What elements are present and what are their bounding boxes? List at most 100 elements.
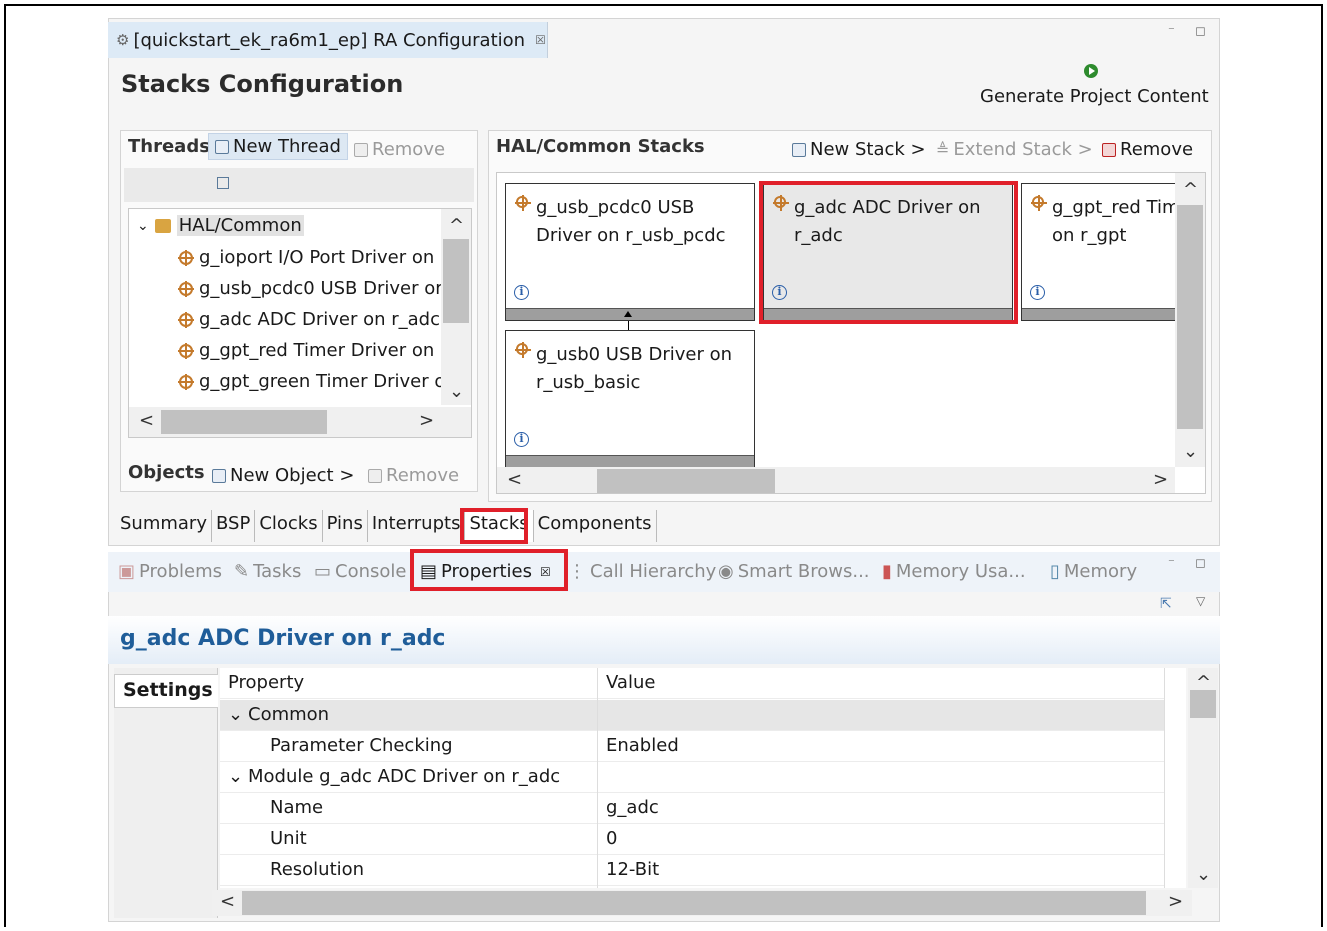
- tab-clocks[interactable]: Clocks: [255, 510, 323, 542]
- column-divider[interactable]: [1164, 668, 1165, 888]
- tab-label: Smart Brows...: [737, 561, 870, 582]
- gear-icon: ⚙: [116, 31, 130, 49]
- properties-horizontal-scrollbar[interactable]: < >: [212, 890, 1192, 916]
- window-buttons[interactable]: ⁻ ◻: [1168, 24, 1214, 39]
- tab-tasks[interactable]: ✎ Tasks: [234, 561, 301, 582]
- expand-icon[interactable]: ⌄: [228, 766, 243, 787]
- scroll-thumb[interactable]: [242, 891, 1146, 915]
- hierarchy-icon: ⋮: [568, 561, 586, 582]
- tree-item-g-ioport[interactable]: g_ioport I/O Port Driver on: [178, 247, 434, 268]
- view-window-buttons[interactable]: ⁻ ◻: [1168, 556, 1214, 571]
- scroll-thumb[interactable]: [443, 239, 469, 323]
- tab-smart-browser[interactable]: ◉ Smart Brows...: [718, 561, 870, 582]
- remove-object-button[interactable]: Remove: [368, 465, 459, 486]
- editor-tab[interactable]: ⚙ [quickstart_ek_ra6m1_ep] RA Configurat…: [108, 22, 548, 58]
- extend-stack-button[interactable]: ≜ Extend Stack >: [936, 139, 1093, 160]
- tab-console[interactable]: ▭ Console: [314, 561, 406, 582]
- scroll-thumb[interactable]: [1177, 205, 1203, 429]
- chevron-left-icon[interactable]: <: [139, 410, 154, 431]
- new-object-label: New Object >: [230, 465, 355, 486]
- column-header-value[interactable]: Value: [606, 672, 655, 693]
- property-value[interactable]: Enabled: [606, 735, 679, 756]
- tab-memory-usage[interactable]: ▮ Memory Usa...: [882, 561, 1026, 582]
- chevron-left-icon[interactable]: <: [220, 891, 235, 912]
- tab-label: Tasks: [253, 561, 302, 582]
- property-value[interactable]: g_adc: [606, 797, 659, 818]
- tasks-icon: ✎: [234, 561, 250, 582]
- expand-icon[interactable]: ⌄: [228, 704, 243, 725]
- tree-horizontal-scrollbar[interactable]: < >: [129, 407, 471, 437]
- remove-icon: [354, 142, 368, 157]
- new-thread-icon: [215, 139, 229, 154]
- table-row[interactable]: ⌄ Module g_adc ADC Driver on r_adc: [220, 762, 1164, 793]
- chevron-left-icon[interactable]: <: [507, 469, 522, 490]
- chevron-right-icon[interactable]: >: [1153, 469, 1168, 490]
- chevron-right-icon[interactable]: >: [1168, 891, 1183, 912]
- tree-item-g-gpt-green[interactable]: g_gpt_green Timer Driver o: [178, 371, 445, 392]
- chevron-up-icon[interactable]: ^: [449, 215, 464, 236]
- extend-stack-label: Extend Stack >: [953, 139, 1093, 160]
- tab-memory[interactable]: ▯ Memory: [1050, 561, 1137, 582]
- table-row[interactable]: Unit 0: [220, 824, 1164, 855]
- tree-item-g-adc[interactable]: g_adc ADC Driver on r_adc: [178, 309, 440, 330]
- info-icon[interactable]: i: [514, 285, 529, 300]
- chevron-down-icon[interactable]: ⌄: [137, 218, 149, 234]
- close-icon[interactable]: ☒: [535, 33, 546, 47]
- hal-stacks-heading: HAL/Common Stacks: [496, 136, 705, 157]
- tree-vertical-scrollbar[interactable]: ^ ⌄: [441, 209, 471, 405]
- block-line-2: Driver on r_usb_pcdc: [536, 225, 726, 246]
- view-menu-icon[interactable]: ▽: [1196, 594, 1205, 608]
- chevron-right-icon[interactable]: >: [419, 410, 434, 431]
- remove-thread-button[interactable]: Remove: [354, 139, 445, 160]
- console-icon: ▭: [314, 561, 332, 582]
- new-object-button[interactable]: New Object >: [212, 465, 354, 486]
- tab-summary[interactable]: Summary: [116, 510, 212, 542]
- tree-item-g-gpt-red[interactable]: g_gpt_red Timer Driver on r: [178, 340, 447, 361]
- tab-label: Memory: [1063, 561, 1138, 582]
- properties-vertical-scrollbar[interactable]: ^ ⌄: [1188, 668, 1218, 888]
- new-thread-button[interactable]: New Thread: [208, 133, 348, 160]
- column-divider[interactable]: [597, 668, 598, 888]
- scroll-thumb[interactable]: [597, 469, 775, 493]
- info-icon[interactable]: i: [514, 432, 529, 447]
- chevron-up-icon[interactable]: ^: [1183, 179, 1198, 200]
- chevron-down-icon[interactable]: ⌄: [1183, 441, 1198, 462]
- tab-interrupts[interactable]: Interrupts: [368, 510, 466, 542]
- info-icon[interactable]: i: [1030, 285, 1045, 300]
- tree-item-hal-common[interactable]: ⌄ HAL/Common: [137, 215, 304, 236]
- remove-stack-button[interactable]: Remove: [1102, 139, 1193, 160]
- property-value[interactable]: 12-Bit: [606, 859, 659, 880]
- tab-pins[interactable]: Pins: [323, 510, 368, 542]
- chevron-down-icon[interactable]: ⌄: [1196, 864, 1211, 885]
- objects-heading: Objects: [128, 462, 205, 483]
- column-header-property[interactable]: Property: [228, 672, 304, 693]
- stack-block-g-gpt-red[interactable]: g_gpt_red Tim on r_gpt i: [1021, 183, 1181, 321]
- tab-bsp[interactable]: BSP: [212, 510, 256, 542]
- new-stack-button[interactable]: New Stack >: [792, 139, 926, 160]
- collapse-all-icon[interactable]: [217, 177, 229, 189]
- table-row[interactable]: Resolution 12-Bit: [220, 855, 1164, 886]
- highlight-box-properties-tab: [410, 549, 568, 591]
- tree-item-g-usb-pcdc0[interactable]: g_usb_pcdc0 USB Driver or: [178, 278, 443, 299]
- property-value[interactable]: 0: [606, 828, 617, 849]
- tab-call-hierarchy[interactable]: ⋮ Call Hierarchy: [568, 561, 716, 582]
- stack-block-g-usb-pcdc0[interactable]: g_usb_pcdc0 USB Driver on r_usb_pcdc i: [505, 183, 755, 321]
- stack-block-g-usb0[interactable]: g_usb0 USB Driver on r_usb_basic i: [505, 330, 755, 468]
- tab-problems[interactable]: ▣ Problems: [118, 561, 222, 582]
- property-name: Name: [270, 797, 324, 818]
- tab-settings[interactable]: Settings: [114, 674, 218, 708]
- generate-project-content-button[interactable]: Generate Project Content: [980, 86, 1209, 107]
- pin-view-icon[interactable]: ⇱: [1160, 596, 1172, 612]
- module-icon: [178, 280, 194, 297]
- tab-components[interactable]: Components: [534, 510, 657, 542]
- module-icon: [178, 311, 194, 328]
- scroll-thumb[interactable]: [1190, 690, 1216, 718]
- table-row[interactable]: ⌄ Common: [220, 700, 1164, 731]
- chevron-down-icon[interactable]: ⌄: [449, 381, 464, 402]
- run-icon[interactable]: [1084, 64, 1098, 78]
- stacks-vertical-scrollbar[interactable]: ^ ⌄: [1175, 173, 1205, 467]
- table-row[interactable]: Parameter Checking Enabled: [220, 731, 1164, 762]
- stacks-horizontal-scrollbar[interactable]: < >: [497, 467, 1175, 493]
- scroll-thumb[interactable]: [161, 410, 327, 434]
- table-row[interactable]: Name g_adc: [220, 793, 1164, 824]
